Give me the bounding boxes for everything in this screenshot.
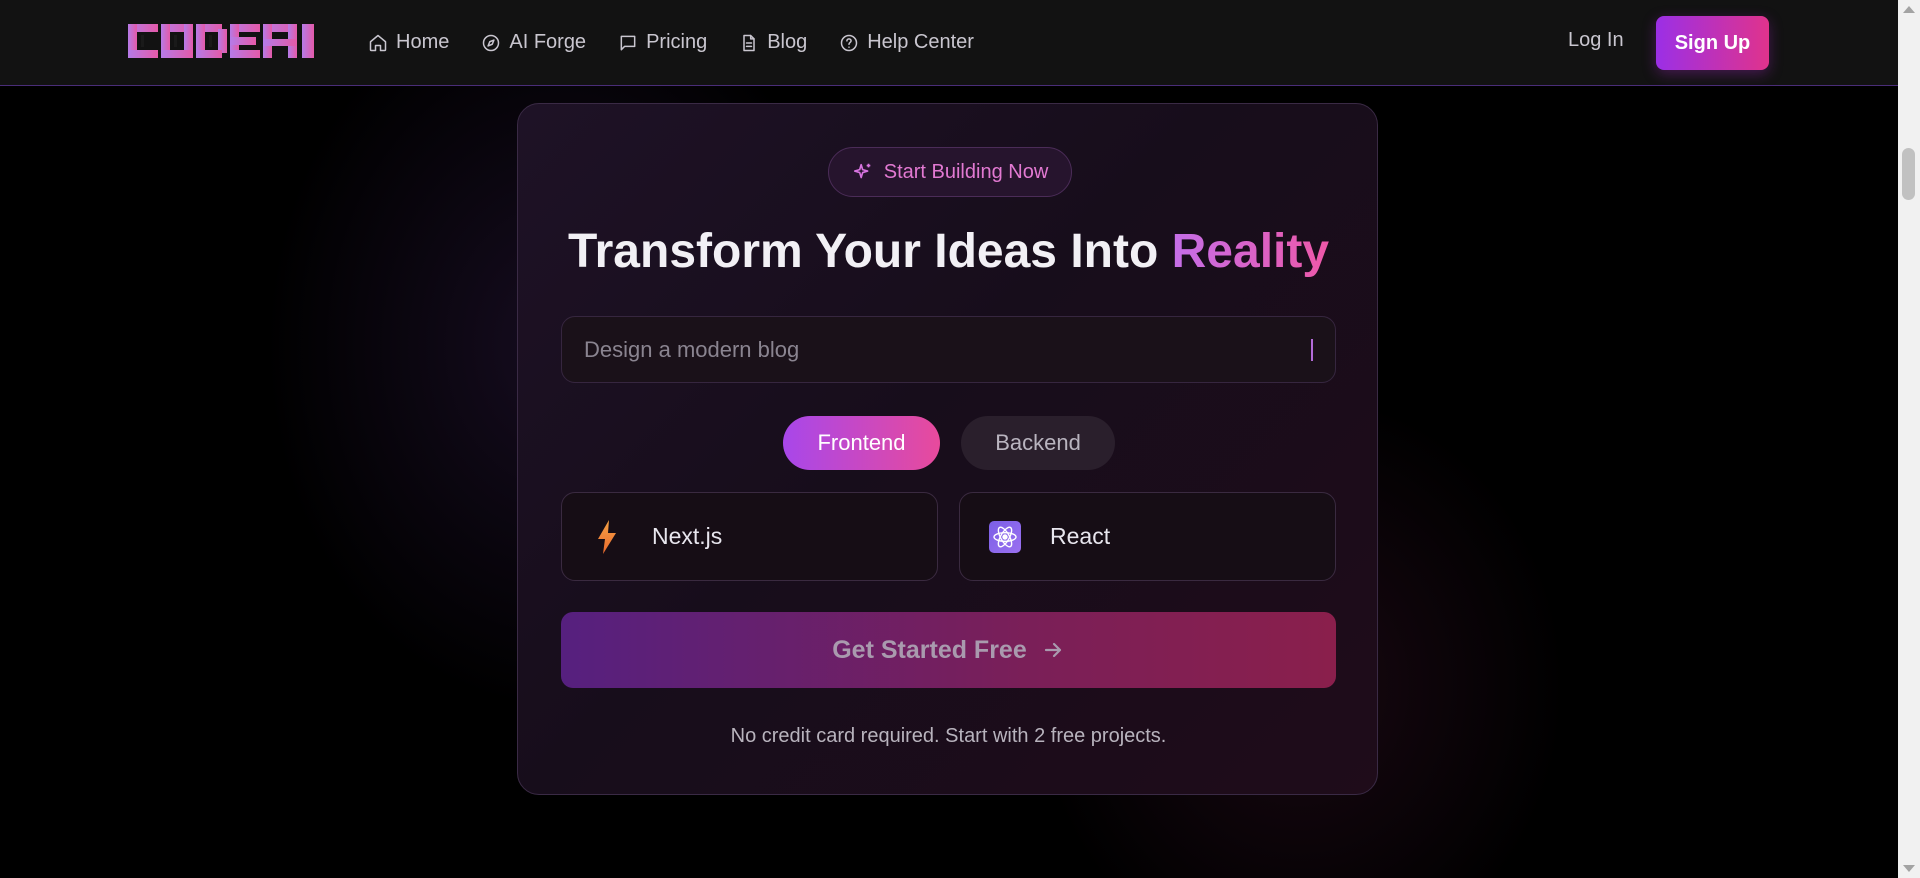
nav-pricing-label: Pricing [646,31,708,53]
signup-button[interactable]: Sign Up [1656,16,1769,70]
prompt-input[interactable] [561,316,1336,383]
compass-icon [483,34,500,51]
option-nextjs-label: Next.js [652,523,723,549]
nav-pricing[interactable]: Pricing [618,31,707,54]
help-circle-icon [840,34,858,51]
option-nextjs[interactable]: Next.js [561,492,938,581]
codeai-logo[interactable] [128,24,324,58]
message-icon [620,35,636,50]
arrow-right-icon [1044,642,1061,658]
tab-frontend[interactable]: Frontend [783,416,940,470]
get-started-label: Get Started Free [832,635,1027,664]
document-icon [743,34,755,51]
text-caret [1311,339,1313,361]
footnote-text: No credit card required. Start with 2 fr… [730,725,1167,747]
nav-ai-forge[interactable]: AI Forge [481,31,586,54]
top-navbar: Home AI Forge Pricing Blog Help Center L… [0,0,1898,86]
nav-blog[interactable]: Blog [739,31,807,54]
tab-backend[interactable]: Backend [961,416,1115,470]
nav-home-label: Home [396,31,450,53]
nav-links: Home AI Forge Pricing Blog Help Center [368,0,974,85]
option-react[interactable]: React [959,492,1336,581]
home-icon [369,34,387,51]
headline-main: Transform Your Ideas Into [567,225,1172,278]
vertical-scrollbar[interactable] [1898,0,1920,878]
option-react-label: React [1050,523,1111,549]
hero-headline: Transform Your Ideas Into Reality [518,224,1379,279]
get-started-button[interactable]: Get Started Free [561,612,1336,688]
scroll-thumb[interactable] [1902,148,1915,200]
nav-ai-forge-label: AI Forge [509,31,587,53]
scroll-up-arrow-icon[interactable] [1903,6,1915,13]
sparkles-icon [853,163,871,179]
nav-help-center-label: Help Center [867,31,974,53]
start-building-badge: Start Building Now [828,147,1072,197]
hero-card: Start Building Now Transform Your Ideas … [517,103,1378,795]
badge-label: Start Building Now [883,160,1049,183]
lightning-icon [590,519,624,554]
login-link[interactable]: Log In [1568,29,1624,52]
react-atom-icon [988,520,1022,554]
nav-home[interactable]: Home [368,31,449,54]
nav-help-center[interactable]: Help Center [839,31,974,54]
scroll-down-arrow-icon[interactable] [1903,865,1915,872]
headline-accent: Reality [1171,225,1330,278]
nav-blog-label: Blog [767,31,808,53]
